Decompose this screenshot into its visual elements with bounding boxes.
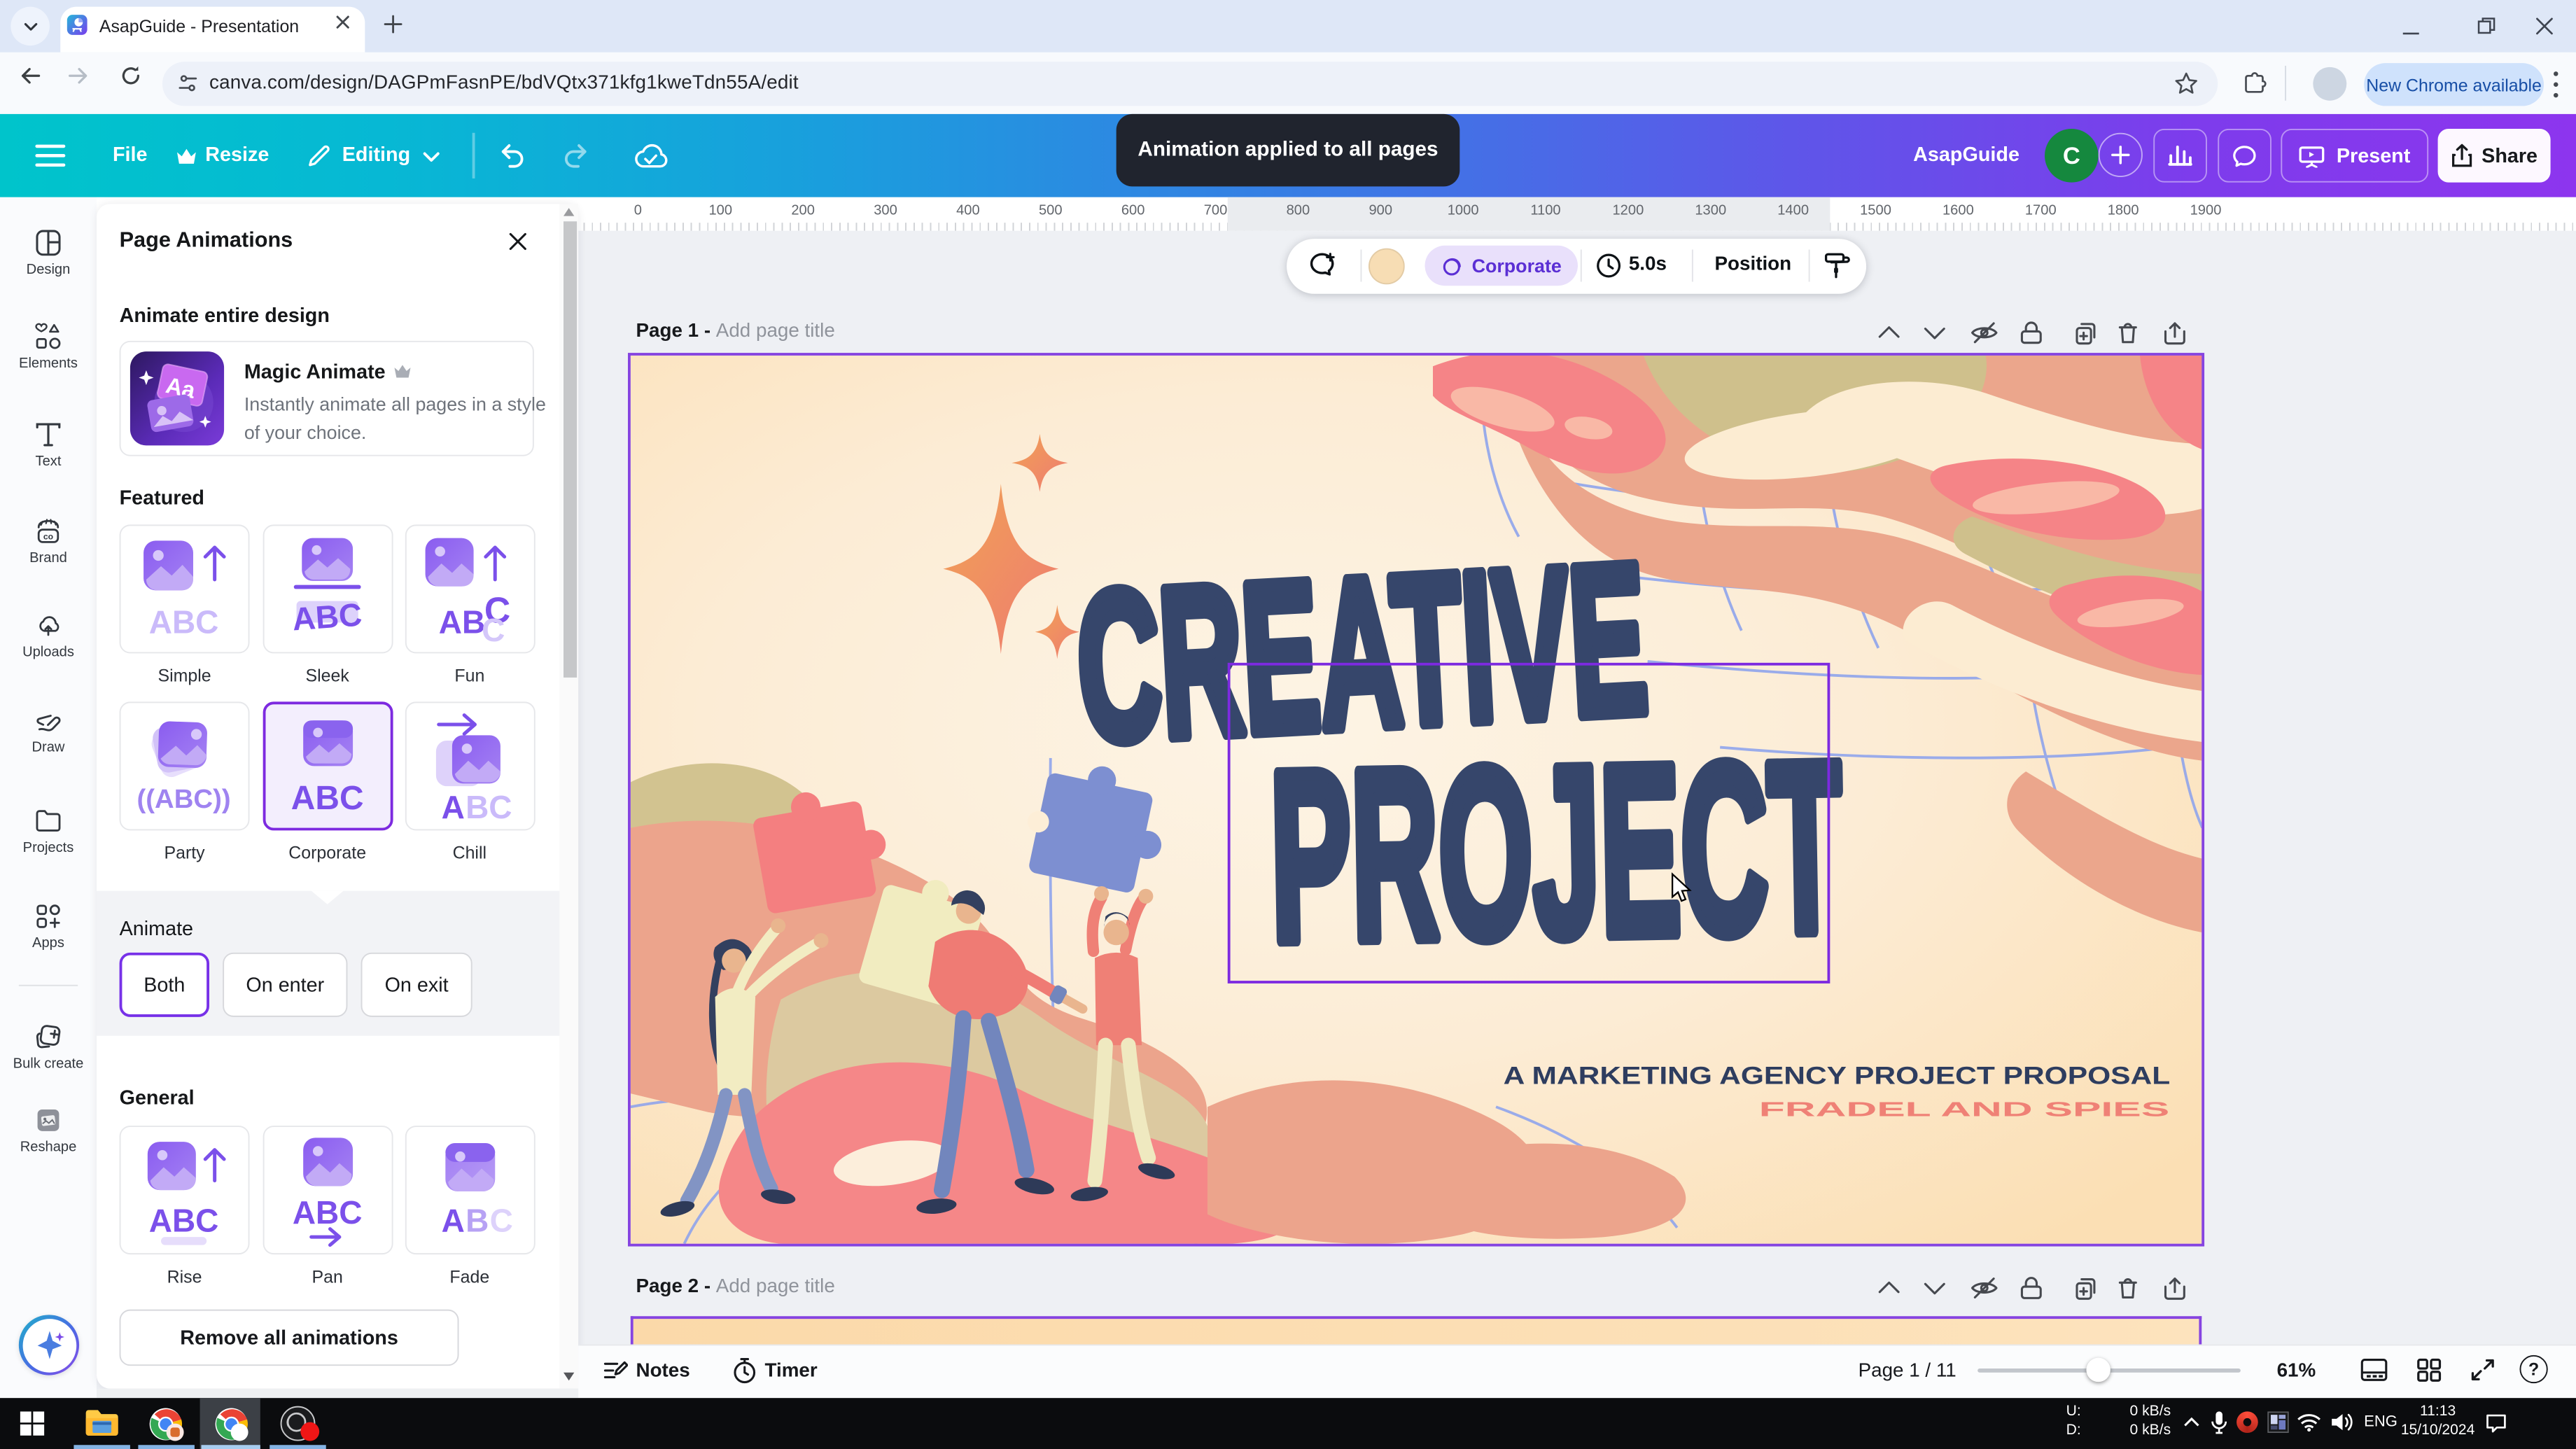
- svg-text:C: C: [481, 612, 504, 648]
- svg-text:AB: AB: [438, 604, 484, 640]
- svg-text:B: B: [465, 1203, 488, 1239]
- svg-text:ABC: ABC: [290, 596, 363, 638]
- svg-text:C: C: [489, 1203, 512, 1239]
- svg-text:ABC: ABC: [149, 1203, 219, 1239]
- svg-text:A MARKETING AGENCY PROJECT PRO: A MARKETING AGENCY PROJECT PROPOSAL: [1503, 1061, 2170, 1089]
- svg-text:BC: BC: [465, 789, 511, 825]
- svg-text:ABC: ABC: [292, 1194, 362, 1231]
- svg-text:ABC: ABC: [149, 604, 219, 640]
- svg-text:A: A: [441, 1203, 464, 1239]
- svg-text:co: co: [43, 531, 53, 541]
- svg-text:FRADEL AND SPIES: FRADEL AND SPIES: [1758, 1098, 2169, 1121]
- svg-text:((ABC)): ((ABC)): [137, 784, 231, 814]
- svg-text:A: A: [441, 789, 464, 825]
- svg-text:ABC: ABC: [290, 780, 363, 817]
